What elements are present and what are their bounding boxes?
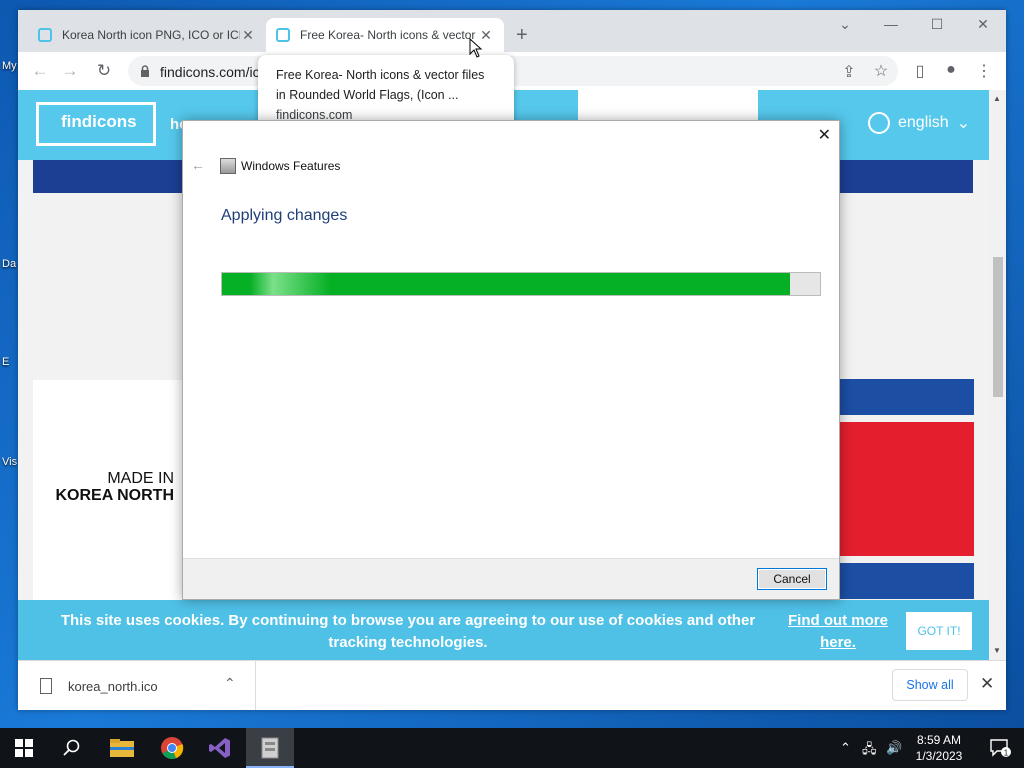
minimize-button[interactable]: — (868, 16, 914, 32)
desktop-icon-label[interactable]: E (2, 356, 9, 368)
menu-kebab-icon[interactable]: ⋮ (973, 61, 995, 81)
tab-search-chevron-icon[interactable]: ⌄ (822, 16, 868, 33)
chevron-up-icon[interactable]: ⌃ (224, 675, 236, 692)
lock-icon (141, 65, 149, 77)
downloads-bar: korea_north.ico ⌃ Show all ✕ (18, 660, 1006, 710)
tooltip-title: Free Korea- North icons & vector files i… (276, 68, 485, 102)
notifications-button[interactable]: 1 (976, 728, 1024, 768)
made-in-line2: KOREA NORTH (55, 487, 174, 504)
tab-korea-north-icon[interactable]: Korea North icon PNG, ICO or ICNS ✕ (28, 18, 266, 52)
page-scrollbar[interactable]: ▲ ▼ (989, 90, 1006, 660)
share-icon[interactable]: ⇪ (838, 62, 860, 82)
windows-features-taskbar-button[interactable] (246, 728, 294, 768)
made-in-text: MADE IN KOREA NORTH (50, 470, 174, 504)
forward-arrow-icon[interactable]: → (60, 61, 80, 81)
visual-studio-button[interactable] (196, 728, 244, 768)
dialog-close-icon[interactable]: ✕ (818, 125, 831, 145)
notification-icon: 1 (990, 739, 1011, 758)
mouse-cursor-icon (469, 38, 483, 58)
language-selector[interactable]: english ⌄ (868, 112, 970, 134)
file-icon (40, 678, 52, 694)
maximize-button[interactable]: ☐ (914, 16, 960, 33)
flag-red-band (840, 422, 974, 556)
taskbar-clock[interactable]: 8:59 AM 1/3/2023 (906, 732, 972, 764)
site-search-box[interactable] (578, 90, 758, 120)
folder-icon (110, 739, 134, 757)
back-arrow-icon: ← (191, 157, 205, 173)
dialog-title: Windows Features (241, 159, 341, 173)
windows-features-icon (220, 158, 236, 174)
chrome-icon (161, 737, 184, 760)
search-icon (63, 739, 80, 756)
new-tab-button[interactable]: + (516, 24, 528, 47)
side-panel-icon[interactable]: ▯ (909, 61, 931, 81)
desktop-icon-label[interactable]: Da (2, 258, 16, 270)
chrome-taskbar-button[interactable] (148, 728, 196, 768)
bookmark-star-icon[interactable]: ☆ (870, 61, 892, 81)
clock-time: 8:59 AM (916, 733, 962, 747)
made-in-line1: MADE IN (107, 470, 174, 487)
download-filename: korea_north.ico (68, 678, 158, 694)
cookie-message: This site uses cookies. By continuing to… (60, 612, 756, 651)
downloads-close-icon[interactable]: ✕ (980, 674, 994, 694)
network-icon[interactable]: 🖧 (862, 740, 877, 762)
language-label: english (898, 114, 949, 131)
close-window-button[interactable]: ✕ (960, 16, 1006, 33)
download-item[interactable]: korea_north.ico ⌃ (18, 661, 256, 710)
findicons-logo[interactable]: findicons (36, 102, 156, 146)
windows-features-dialog: ✕ ← Windows Features Applying changes Ca… (182, 120, 840, 600)
findicons-favicon-icon (38, 28, 52, 42)
desktop-icon-label[interactable]: Vis (2, 456, 17, 468)
flag-blue-stripe-bottom (840, 563, 974, 599)
windows-features-icon (261, 737, 279, 759)
profile-avatar-icon[interactable]: ● (940, 61, 962, 79)
taskbar: ⌃ 🖧 🔊 8:59 AM 1/3/2023 1 (0, 728, 1024, 768)
cancel-button[interactable]: Cancel (757, 568, 827, 590)
cookie-find-out-more-link[interactable]: Find out more here. (776, 610, 900, 654)
notification-count: 1 (1004, 749, 1009, 758)
scroll-up-arrow-icon[interactable]: ▲ (993, 94, 1001, 103)
back-arrow-icon[interactable]: ← (30, 61, 50, 81)
windows-logo-icon (15, 739, 33, 757)
visual-studio-icon (209, 738, 230, 758)
progress-bar (221, 272, 821, 296)
scroll-thumb[interactable] (993, 257, 1003, 397)
file-explorer-button[interactable] (98, 728, 146, 768)
dialog-footer: Cancel (183, 558, 839, 599)
tab-strip: Korea North icon PNG, ICO or ICNS ✕ Free… (18, 10, 1006, 52)
desktop-icon-label[interactable]: My (2, 60, 17, 72)
show-all-button[interactable]: Show all (892, 669, 968, 701)
tab-title: Free Korea- North icons & vector files (300, 28, 478, 42)
clock-date: 1/3/2023 (915, 749, 963, 763)
reload-icon[interactable]: ↻ (94, 61, 114, 81)
cookie-got-it-button[interactable]: GOT IT! (906, 612, 972, 650)
globe-icon (868, 112, 890, 134)
dialog-heading: Applying changes (221, 207, 348, 224)
tab-title: Korea North icon PNG, ICO or ICNS (62, 28, 240, 42)
scroll-down-arrow-icon[interactable]: ▼ (993, 646, 1001, 655)
tray-overflow-chevron-icon[interactable]: ⌃ (840, 740, 851, 756)
tab-close-icon[interactable]: ✕ (240, 27, 256, 44)
progress-fill (222, 273, 791, 295)
start-button[interactable] (0, 728, 48, 768)
volume-icon[interactable]: 🔊 (886, 740, 902, 756)
flag-blue-stripe-top (840, 379, 974, 415)
cookie-banner: This site uses cookies. By continuing to… (18, 600, 989, 660)
findicons-favicon-icon (276, 28, 290, 42)
search-button[interactable] (48, 728, 96, 768)
chevron-down-icon: ⌄ (956, 115, 971, 132)
